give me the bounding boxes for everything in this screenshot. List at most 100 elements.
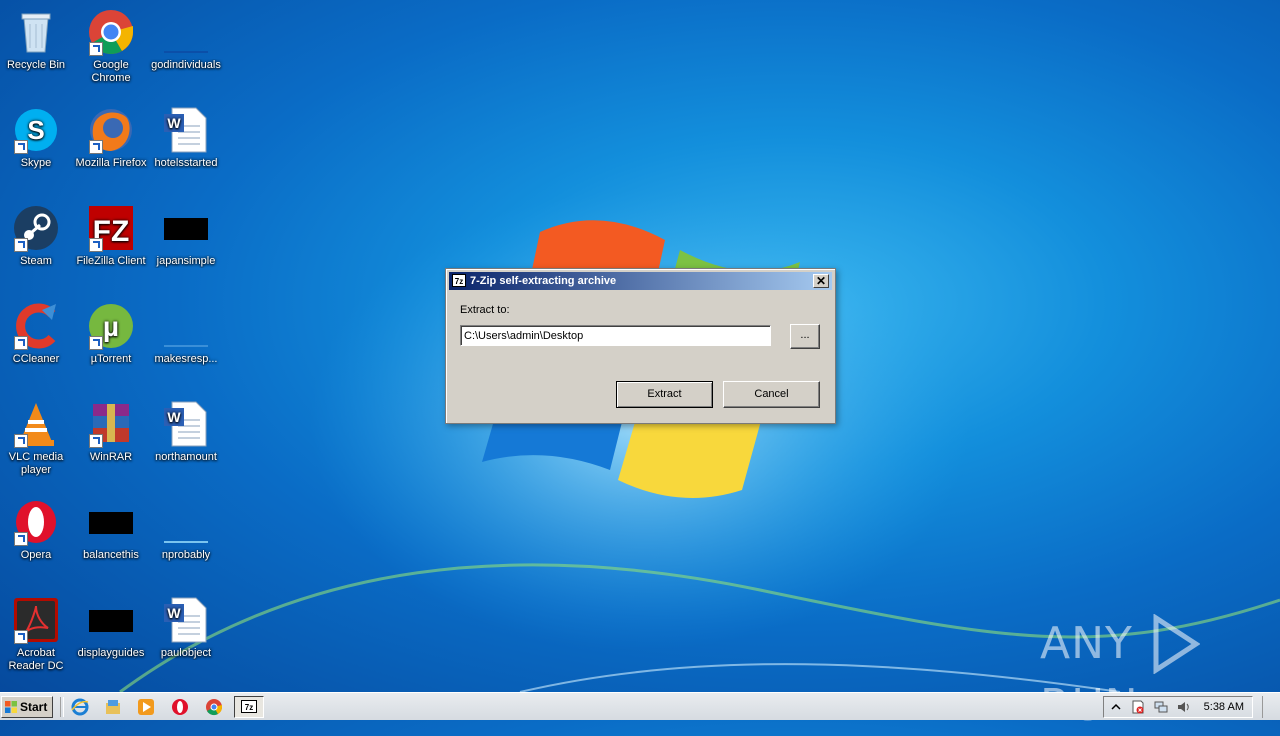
- desktop-icon-skype[interactable]: S Skype: [0, 102, 74, 194]
- start-button[interactable]: Start: [1, 696, 53, 718]
- desktop-icon-label: Google Chrome: [91, 59, 131, 84]
- desktop-icon-firefox[interactable]: Mozilla Firefox: [73, 102, 149, 194]
- black-file-icon: [87, 498, 135, 546]
- desktop-icon-hotelsstarted[interactable]: W hotelsstarted: [148, 102, 224, 194]
- svg-text:W: W: [167, 115, 181, 131]
- taskbar-7zip-button[interactable]: 7z: [234, 696, 264, 718]
- blank-file-icon: [162, 302, 210, 350]
- desktop-icon-label: VLC media player: [8, 451, 64, 476]
- browse-button[interactable]: ...: [790, 324, 820, 349]
- opera-icon[interactable]: [171, 698, 189, 716]
- shortcut-arrow-icon: [89, 434, 103, 448]
- vlc-icon: [12, 400, 60, 448]
- desktop-icon-godindividuals[interactable]: godindividuals: [148, 4, 224, 96]
- extract-button[interactable]: Extract: [616, 381, 713, 408]
- desktop-icon-displayguides[interactable]: displayguides: [73, 592, 149, 684]
- watermark-text-left: ANY: [1040, 618, 1133, 669]
- media-player-icon[interactable]: [137, 698, 155, 716]
- desktop-icon-label: makesresp...: [154, 353, 218, 365]
- desktop-icon-ccleaner[interactable]: CCleaner: [0, 298, 74, 390]
- desktop-icon-label: CCleaner: [12, 353, 60, 365]
- show-hidden-icons-icon[interactable]: [1109, 700, 1123, 714]
- black-file-icon: [162, 204, 210, 252]
- desktop-icon-label: Recycle Bin: [6, 59, 66, 71]
- close-button[interactable]: ✕: [813, 274, 829, 288]
- desktop-icon-label: paulobject: [160, 647, 212, 659]
- desktop-icon-nprobably[interactable]: nprobably: [148, 494, 224, 586]
- cancel-button[interactable]: Cancel: [723, 381, 820, 408]
- clock[interactable]: 5:38 AM: [1204, 697, 1244, 717]
- system-tray: 5:38 AM: [1103, 696, 1253, 718]
- network-icon[interactable]: [1154, 700, 1168, 714]
- desktop-icon-winrar[interactable]: WinRAR: [73, 396, 149, 488]
- shortcut-arrow-icon: [14, 434, 28, 448]
- svg-text:W: W: [167, 605, 181, 621]
- desktop-icon-label: µTorrent: [90, 353, 132, 365]
- blank-file-icon: [162, 8, 210, 56]
- desktop-icon-label: FileZilla Client: [76, 255, 146, 267]
- extract-path-input[interactable]: [460, 325, 771, 346]
- desktop-icon-label: WinRAR: [89, 451, 133, 463]
- blank-file-icon: [162, 498, 210, 546]
- black-file-icon: [87, 596, 135, 644]
- steam-icon: [12, 204, 60, 252]
- recycle-bin-icon: [12, 8, 60, 56]
- start-label: Start: [20, 700, 48, 714]
- desktop-icon-northamount[interactable]: W northamount: [148, 396, 224, 488]
- word-document-icon: W: [162, 400, 210, 448]
- shortcut-arrow-icon: [14, 336, 28, 350]
- file-explorer-icon[interactable]: [104, 698, 122, 716]
- desktop-icon-label: Mozilla Firefox: [75, 157, 147, 169]
- winrar-icon: [87, 400, 135, 448]
- desktop-icon-opera[interactable]: Opera: [0, 494, 74, 586]
- shortcut-arrow-icon: [14, 630, 28, 644]
- desktop-icon-label: nprobably: [161, 549, 211, 561]
- desktop-icon-label: northamount: [155, 451, 217, 463]
- chrome-icon[interactable]: [205, 698, 223, 716]
- windows-logo-icon: [5, 701, 17, 713]
- desktop-icon-utorrent[interactable]: µ µTorrent: [73, 298, 149, 390]
- desktop-icon-steam[interactable]: Steam: [0, 200, 74, 292]
- internet-explorer-icon[interactable]: [71, 698, 89, 716]
- shortcut-arrow-icon: [89, 336, 103, 350]
- desktop-icon-label: Steam: [20, 255, 52, 267]
- shortcut-arrow-icon: [89, 238, 103, 252]
- desktop-icon-label: godindividuals: [151, 59, 221, 71]
- action-center-icon[interactable]: [1131, 700, 1145, 714]
- svg-text:µ: µ: [103, 311, 119, 342]
- shortcut-arrow-icon: [14, 140, 28, 154]
- desktop-icon-chrome[interactable]: Google Chrome: [73, 4, 149, 96]
- word-document-icon: W: [162, 596, 210, 644]
- skype-icon: S: [12, 106, 60, 154]
- desktop-icon-label: Skype: [20, 157, 52, 169]
- volume-icon[interactable]: [1177, 700, 1191, 714]
- desktop-icon-label: displayguides: [77, 647, 145, 659]
- dialog-titlebar[interactable]: 7z 7-Zip self-extracting archive ✕: [449, 272, 832, 290]
- desktop-icon-japansimple[interactable]: japansimple: [148, 200, 224, 292]
- firefox-icon: [87, 106, 135, 154]
- desktop-icon-label: japansimple: [156, 255, 216, 267]
- ccleaner-icon: [12, 302, 60, 350]
- sfx-dialog: 7z 7-Zip self-extracting archive ✕ Extra…: [445, 268, 836, 424]
- desktop-icon-paulobject[interactable]: W paulobject: [148, 592, 224, 684]
- desktop-icon-acrobat[interactable]: Acrobat Reader DC: [0, 592, 74, 684]
- play-icon: [1153, 614, 1200, 674]
- desktop-icon-balancethis[interactable]: balancethis: [73, 494, 149, 586]
- desktop-icon-filezilla[interactable]: FZ FileZilla Client: [73, 200, 149, 292]
- taskbar: Start 7z 5:38 AM: [0, 692, 1280, 720]
- taskbar-separator: [60, 697, 64, 717]
- acrobat-icon: [12, 596, 60, 644]
- svg-text:W: W: [167, 409, 181, 425]
- desktop-icon-label: Opera: [20, 549, 52, 561]
- svg-text:S: S: [27, 115, 44, 145]
- desktop-icon-makesresp[interactable]: makesresp...: [148, 298, 224, 390]
- extract-to-label: Extract to:: [460, 304, 510, 316]
- desktop-icon-label: Acrobat Reader DC: [8, 647, 64, 672]
- desktop-icon-label: balancethis: [83, 549, 139, 561]
- shortcut-arrow-icon: [14, 238, 28, 252]
- desktop-icon-vlc[interactable]: VLC media player: [0, 396, 74, 488]
- word-document-icon: W: [162, 106, 210, 154]
- show-desktop-button[interactable]: [1262, 696, 1276, 718]
- filezilla-icon: FZ: [87, 204, 135, 252]
- desktop-icon-recycle-bin[interactable]: Recycle Bin: [0, 4, 74, 96]
